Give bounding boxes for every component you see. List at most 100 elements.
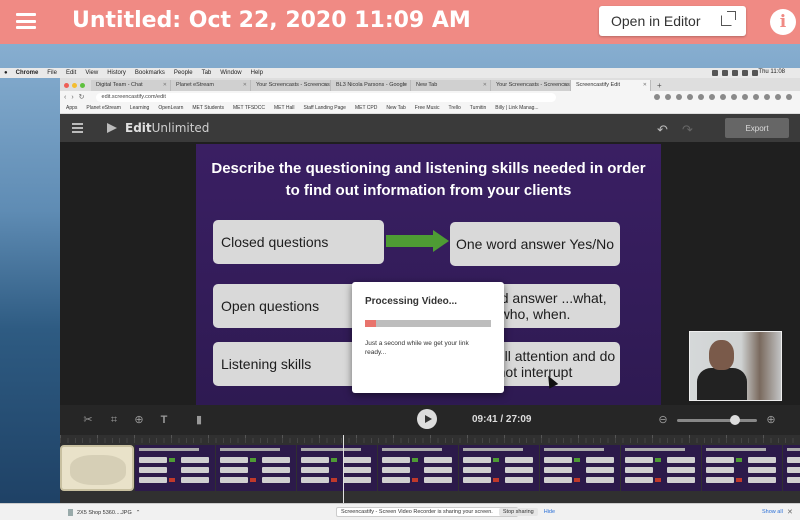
- hide-button[interactable]: Hide: [544, 509, 555, 515]
- mac-status-icons: [712, 70, 758, 76]
- play-button[interactable]: [417, 409, 437, 429]
- zoom-tool-icon[interactable]: ⊕: [133, 414, 145, 426]
- share-message: Screencastify - Screen Video Recorder is…: [341, 509, 493, 515]
- bookmark[interactable]: Apps: [66, 105, 77, 111]
- bookmark[interactable]: MET Students: [192, 105, 224, 111]
- mac-clock: Thu 11:08: [758, 69, 785, 75]
- extension-icons[interactable]: [654, 94, 792, 100]
- address-bar[interactable]: edit.screencastify.com/edit: [95, 92, 556, 102]
- undo-icon[interactable]: ↶: [657, 122, 668, 138]
- scissors-icon[interactable]: ✂: [82, 414, 94, 426]
- browser-tab[interactable]: Planet eStream ✕: [171, 80, 251, 91]
- browser-tab[interactable]: Your Screencasts - Screencas ✕: [491, 80, 571, 91]
- timeline-thumbnail[interactable]: [378, 445, 458, 491]
- slide-box-right: One word answer Yes/No: [450, 222, 620, 266]
- zoom-in-icon[interactable]: ⊕: [765, 414, 777, 426]
- mac-menu-item[interactable]: Window: [220, 70, 241, 76]
- mac-menu-bar: ● Chrome File Edit View History Bookmark…: [0, 68, 800, 78]
- window-controls: [60, 83, 91, 91]
- video-preview[interactable]: Describe the questioning and listening s…: [60, 142, 800, 480]
- text-tool-icon[interactable]: T: [158, 414, 170, 426]
- trash-icon[interactable]: ▮: [193, 414, 205, 426]
- timeline-thumbnail[interactable]: [297, 445, 377, 491]
- editor-menu-icon[interactable]: [72, 123, 83, 133]
- maximize-window-icon[interactable]: [80, 83, 85, 88]
- webcam-overlay[interactable]: [689, 331, 782, 401]
- playhead[interactable]: [343, 435, 344, 511]
- timeline-thumbnail[interactable]: [135, 445, 215, 491]
- browser-tab[interactable]: Digital Team - Chat ✕: [91, 80, 171, 91]
- download-item[interactable]: 2X5 Shop 5360....JPG ⌃: [68, 509, 140, 516]
- chevron-down-icon[interactable]: ⌃: [136, 510, 141, 516]
- timeline-thumbnail[interactable]: [702, 445, 782, 491]
- timeline-thumbnail[interactable]: [540, 445, 620, 491]
- bookmark[interactable]: New Tab: [386, 105, 405, 111]
- mac-menu-item[interactable]: Tab: [202, 70, 212, 76]
- browser-tab[interactable]: Your Screencasts - Screencas ✕: [251, 80, 331, 91]
- close-tab-icon: ✕: [642, 82, 647, 88]
- file-icon: [68, 509, 73, 516]
- mac-menu-item[interactable]: Chrome: [16, 70, 39, 76]
- close-tab-icon: ✕: [242, 82, 247, 88]
- bookmark[interactable]: Free Music: [415, 105, 440, 111]
- bookmark[interactable]: MET CPD: [355, 105, 377, 111]
- bookmark[interactable]: Staff Landing Page: [303, 105, 345, 111]
- dialog-message: Just a second while we get your link rea…: [365, 340, 469, 356]
- webcam-person: [697, 368, 747, 400]
- close-tab-icon: ✕: [322, 82, 327, 88]
- mac-menu-item[interactable]: People: [174, 70, 193, 76]
- bookmark[interactable]: OpenLearn: [158, 105, 183, 111]
- browser-tab-active[interactable]: Screencastify Edit ✕: [571, 80, 651, 91]
- mac-menu-item[interactable]: Bookmarks: [135, 70, 165, 76]
- timeline-thumbnail[interactable]: [783, 445, 800, 491]
- bookmark[interactable]: Learning: [130, 105, 149, 111]
- mac-menu-item[interactable]: Edit: [66, 70, 76, 76]
- show-all-link[interactable]: Show all: [762, 509, 783, 515]
- bookmark[interactable]: Planet eStream: [86, 105, 120, 111]
- downloads-bar: 2X5 Shop 5360....JPG ⌃ Screencastify - S…: [0, 503, 800, 520]
- stop-sharing-button[interactable]: Stop sharing: [498, 508, 538, 516]
- close-icon[interactable]: ✕: [787, 508, 793, 516]
- close-tab-icon: ✕: [482, 82, 487, 88]
- playback-controls: ✂ ⌗ ⊕ T ▮ 09:41 / 27:09 ⊖ ⊕: [60, 405, 800, 435]
- mac-menu-item[interactable]: History: [107, 70, 126, 76]
- timeline-thumbnail[interactable]: [621, 445, 701, 491]
- browser-tab[interactable]: New Tab ✕: [411, 80, 491, 91]
- navigation-arrows-icon[interactable]: ‹›↻: [60, 93, 90, 101]
- timeline-ruler: [60, 435, 800, 443]
- close-window-icon[interactable]: [64, 83, 69, 88]
- close-tab-icon: ✕: [162, 82, 167, 88]
- bookmark[interactable]: Turnitin: [470, 105, 487, 111]
- address-bar-row: ‹›↻ edit.screencastify.com/edit: [60, 91, 800, 103]
- timeline-thumbnail[interactable]: [459, 445, 539, 491]
- apple-icon[interactable]: ●: [4, 70, 8, 76]
- logo-arrow-icon: [107, 122, 121, 134]
- close-tab-icon: ✕: [402, 82, 407, 88]
- bookmark[interactable]: MET Hall: [274, 105, 294, 111]
- screen-share-notice: Screencastify - Screen Video Recorder is…: [336, 507, 555, 517]
- browser-tab[interactable]: BL3 Nicola Parsons - Google ✕: [331, 80, 411, 91]
- slide-box-left: Closed questions: [213, 220, 384, 264]
- open-in-editor-button[interactable]: Open in Editor: [599, 6, 746, 36]
- timeline-thumbnail[interactable]: [216, 445, 296, 491]
- editor-toolbar: Edit Unlimited ↶ ↷ Export: [60, 114, 800, 142]
- minimize-window-icon[interactable]: [72, 83, 77, 88]
- timeline-thumbnail[interactable]: [60, 445, 134, 491]
- bookmark[interactable]: Trello: [448, 105, 460, 111]
- crop-icon[interactable]: ⌗: [108, 414, 120, 426]
- hamburger-menu-icon[interactable]: [16, 13, 36, 29]
- new-tab-button[interactable]: +: [651, 81, 668, 91]
- export-button[interactable]: Export: [725, 118, 789, 138]
- bookmark[interactable]: Billy | Link Manag...: [495, 105, 538, 111]
- zoom-out-icon[interactable]: ⊖: [657, 414, 669, 426]
- zoom-slider[interactable]: [677, 415, 757, 425]
- tab-strip: Digital Team - Chat ✕ Planet eStream ✕ You…: [60, 78, 800, 91]
- zoom-slider-knob[interactable]: [730, 415, 741, 425]
- info-icon[interactable]: i: [770, 9, 796, 35]
- url-text: edit.screencastify.com/edit: [101, 94, 166, 100]
- mac-menu-item[interactable]: Help: [251, 70, 263, 76]
- mac-menu-item[interactable]: View: [85, 70, 98, 76]
- mac-menu-item[interactable]: File: [47, 70, 57, 76]
- redo-icon[interactable]: ↷: [682, 122, 693, 138]
- bookmark[interactable]: MET TFSDCC: [233, 105, 265, 111]
